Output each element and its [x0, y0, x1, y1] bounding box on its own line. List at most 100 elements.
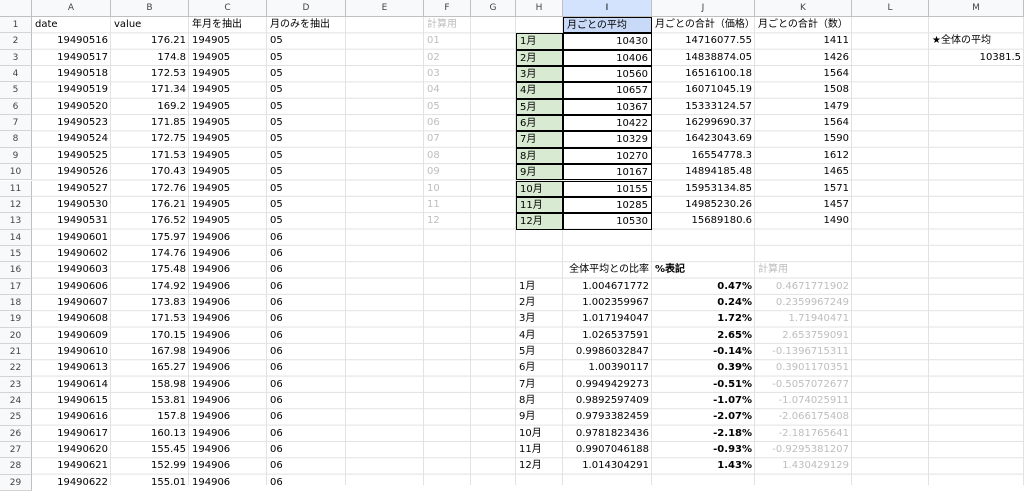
ratio-value-cell[interactable]: 1.004671772 [563, 279, 652, 295]
ratio-month-label[interactable]: 2月 [516, 295, 563, 311]
ratio-calc-cell[interactable]: 1.430429129 [755, 458, 852, 474]
month-cell[interactable]: 06 [267, 279, 346, 295]
monthly-sum-price-cell[interactable]: 16554778.3 [652, 148, 755, 164]
column-header-l[interactable]: L [852, 0, 929, 17]
header-cell-c[interactable]: 年月を抽出 [189, 17, 267, 33]
ratio-month-label[interactable]: 10月 [516, 426, 563, 442]
date-cell[interactable]: 19490609 [32, 328, 111, 344]
monthly-sum-price-cell[interactable]: 15689180.6 [652, 213, 755, 229]
monthly-sum-price-cell[interactable]: 16516100.18 [652, 66, 755, 82]
month-label-cell[interactable]: 11月 [516, 196, 563, 214]
year-month-cell[interactable]: 194905 [189, 66, 267, 82]
month-cell[interactable]: 06 [267, 409, 346, 425]
percent-cell[interactable]: 0.39% [652, 360, 755, 376]
row-header[interactable]: 26 [0, 425, 32, 443]
date-cell[interactable]: 19490615 [32, 393, 111, 409]
row-header[interactable]: 7 [0, 115, 32, 132]
monthly-average-cell[interactable]: 10560 [563, 66, 652, 83]
row-header[interactable]: 21 [0, 344, 32, 361]
month-label-cell[interactable]: 12月 [516, 213, 563, 230]
value-cell[interactable]: 160.13 [111, 426, 189, 442]
year-month-cell[interactable]: 194906 [189, 442, 267, 458]
date-cell[interactable]: 19490516 [32, 33, 111, 49]
overall-average-label[interactable]: ★全体の平均 [929, 33, 1024, 49]
year-month-cell[interactable]: 194906 [189, 344, 267, 360]
year-month-cell[interactable]: 194906 [189, 377, 267, 393]
year-month-cell[interactable]: 194905 [189, 148, 267, 164]
value-cell[interactable]: 171.53 [111, 148, 189, 164]
column-header-d[interactable]: D [267, 0, 346, 17]
month-cell[interactable]: 06 [267, 393, 346, 409]
ratio-month-label[interactable]: 8月 [516, 393, 563, 409]
ratio-value-cell[interactable]: 0.9793382459 [563, 409, 652, 425]
year-month-cell[interactable]: 194905 [189, 33, 267, 49]
date-cell[interactable]: 19490616 [32, 409, 111, 425]
date-cell[interactable]: 19490517 [32, 50, 111, 66]
monthly-average-cell[interactable]: 10270 [563, 147, 652, 165]
calc-cell[interactable]: 12 [424, 213, 471, 229]
ratio-value-cell[interactable]: 0.9781823436 [563, 426, 652, 442]
month-cell[interactable]: 05 [267, 213, 346, 229]
calc-cell[interactable]: 03 [424, 66, 471, 82]
year-month-cell[interactable]: 194905 [189, 164, 267, 180]
monthly-average-cell[interactable]: 10285 [563, 196, 652, 214]
date-cell[interactable]: 19490613 [32, 360, 111, 376]
percent-cell[interactable]: -0.14% [652, 344, 755, 360]
row-header[interactable]: 24 [0, 393, 32, 410]
row-header[interactable]: 9 [0, 147, 32, 165]
percent-cell[interactable]: 1.43% [652, 458, 755, 474]
calc-cell[interactable]: 02 [424, 50, 471, 66]
row-header[interactable]: 14 [0, 229, 32, 246]
header-cell-a[interactable]: date [32, 17, 111, 33]
month-cell[interactable]: 05 [267, 131, 346, 147]
year-month-cell[interactable]: 194906 [189, 295, 267, 311]
month-label-cell[interactable]: 3月 [516, 66, 563, 83]
month-cell[interactable]: 05 [267, 66, 346, 82]
year-month-cell[interactable]: 194905 [189, 82, 267, 98]
value-cell[interactable]: 176.21 [111, 33, 189, 49]
overall-average-value[interactable]: 10381.5 [929, 50, 1024, 66]
ratio-calc-cell[interactable]: -2.066175408 [755, 409, 852, 425]
row-header[interactable]: 8 [0, 131, 32, 148]
monthly-sum-count-cell[interactable]: 1564 [755, 115, 852, 131]
monthly-sum-price-cell[interactable]: 15333124.57 [652, 99, 755, 115]
ratio-month-label[interactable]: 1月 [516, 279, 563, 295]
date-cell[interactable]: 19490607 [32, 295, 111, 311]
monthly-sum-price-cell[interactable]: 16071045.19 [652, 82, 755, 98]
monthly-sum-count-cell[interactable]: 1457 [755, 197, 852, 213]
row-header[interactable]: 25 [0, 409, 32, 426]
monthly-average-cell[interactable]: 10155 [563, 180, 652, 197]
date-cell[interactable]: 19490603 [32, 262, 111, 278]
month-cell[interactable]: 06 [267, 360, 346, 376]
calc-cell[interactable]: 01 [424, 33, 471, 49]
header-cell-f[interactable]: 計算用 [424, 17, 471, 33]
column-header-j[interactable]: J [652, 0, 755, 17]
ratio-value-cell[interactable]: 0.9892597409 [563, 393, 652, 409]
month-label-cell[interactable]: 4月 [516, 82, 563, 99]
year-month-cell[interactable]: 194905 [189, 181, 267, 197]
monthly-sum-count-cell[interactable]: 1590 [755, 131, 852, 147]
row-header[interactable]: 28 [0, 458, 32, 475]
value-cell[interactable]: 155.45 [111, 442, 189, 458]
ratio-header[interactable]: 全体平均との比率 [563, 262, 652, 278]
row-header[interactable]: 12 [0, 196, 32, 214]
monthly-sum-price-cell[interactable]: 16423043.69 [652, 131, 755, 147]
value-cell[interactable]: 174.76 [111, 246, 189, 262]
month-cell[interactable]: 06 [267, 246, 346, 262]
year-month-cell[interactable]: 194905 [189, 99, 267, 115]
year-month-cell[interactable]: 194905 [189, 197, 267, 213]
date-cell[interactable]: 19490601 [32, 230, 111, 246]
ratio-month-label[interactable]: 3月 [516, 311, 563, 327]
row-header[interactable]: 27 [0, 442, 32, 459]
ratio-calc-cell[interactable]: 0.2359967249 [755, 295, 852, 311]
header-cell-b[interactable]: value [111, 17, 189, 33]
row-header[interactable]: 22 [0, 360, 32, 377]
value-cell[interactable]: 174.92 [111, 279, 189, 295]
ratio-calc-cell[interactable]: -0.5057072677 [755, 377, 852, 393]
percent-cell[interactable]: -0.93% [652, 442, 755, 458]
row-header[interactable]: 10 [0, 164, 32, 181]
monthly-sum-count-cell[interactable]: 1508 [755, 82, 852, 98]
month-label-cell[interactable]: 2月 [516, 49, 563, 67]
value-cell[interactable]: 176.52 [111, 213, 189, 229]
monthly-sum-price-cell[interactable]: 14894185.48 [652, 164, 755, 180]
